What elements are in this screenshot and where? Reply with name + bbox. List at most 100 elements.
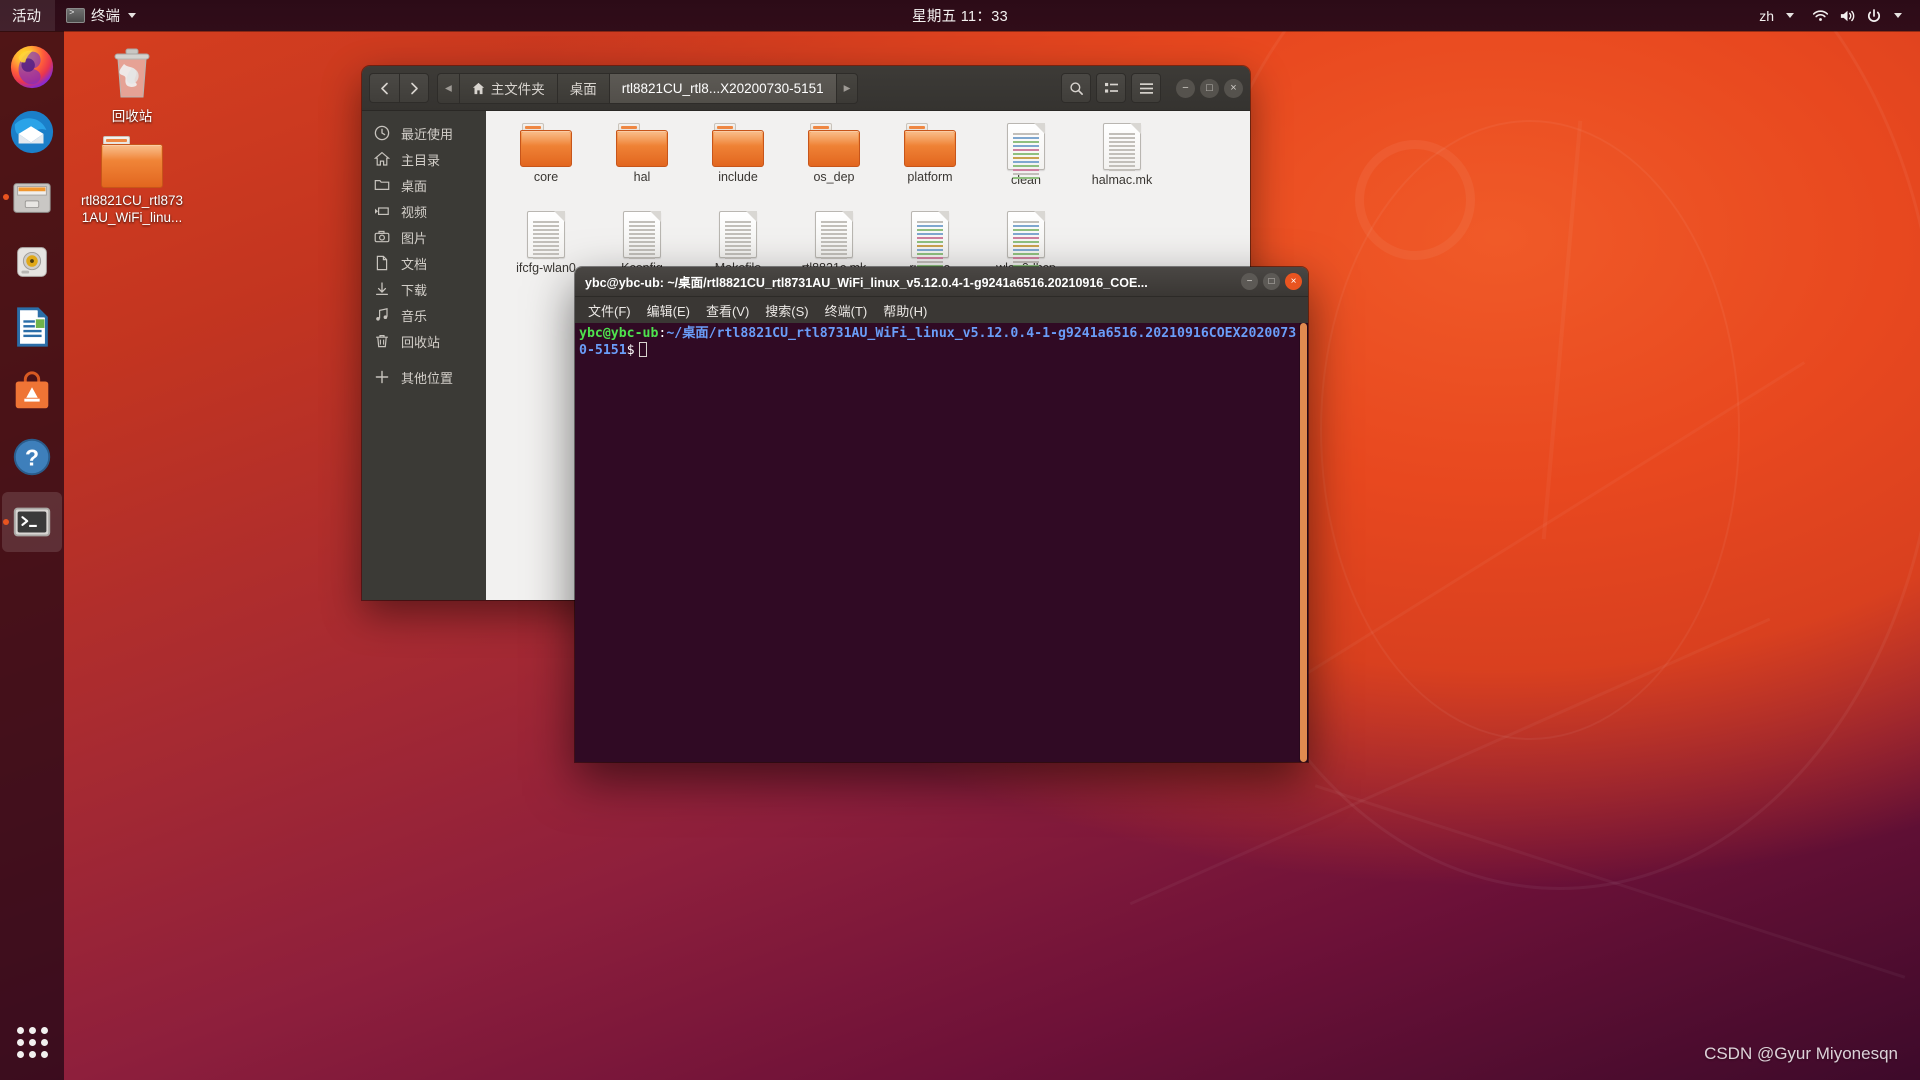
sidebar-item-desktop[interactable]: 桌面: [362, 172, 486, 198]
dock-item-files[interactable]: [2, 167, 62, 227]
system-indicators[interactable]: zh: [1751, 0, 1802, 31]
menu-item-file[interactable]: 文件(F): [581, 299, 638, 322]
file-item[interactable]: clean: [978, 123, 1074, 207]
file-item[interactable]: os_dep: [786, 123, 882, 207]
rhythmbox-icon: [17, 247, 47, 277]
file-item[interactable]: platform: [882, 123, 978, 207]
file-manager-sidebar: 最近使用 主目录 桌面 视频 图片 文档 下载 音乐 回收站 其他位置: [362, 111, 486, 600]
show-applications-button[interactable]: [2, 1012, 62, 1072]
text-file-icon: [1103, 123, 1141, 171]
file-name: platform: [907, 170, 953, 184]
app-menu-label: 终端: [91, 9, 120, 25]
terminal-titlebar[interactable]: ybc@ybc-ub: ~/桌面/rtl8821CU_rtl8731AU_WiF…: [575, 267, 1308, 297]
desktop-icon-label-folder: rtl8821CU_rtl8731AU_WiFi_linu...: [80, 193, 184, 225]
sidebar-item-trash[interactable]: 回收站: [362, 328, 486, 354]
terminal-screen[interactable]: ybc@ybc-ub:~/桌面/rtl8821CU_rtl8731AU_WiFi…: [575, 323, 1308, 762]
terminal-app-icon: [13, 507, 51, 537]
back-button[interactable]: [369, 73, 399, 103]
breadcrumb-scroll-left[interactable]: ◂: [437, 72, 459, 104]
top-bar-left: 活动 终端: [0, 0, 147, 31]
folder-icon: [101, 136, 163, 188]
breadcrumb-scroll-right[interactable]: ▸: [835, 72, 859, 104]
terminal-scrollbar-thumb[interactable]: [1300, 323, 1307, 762]
desktop-icon-folder[interactable]: rtl8821CU_rtl8731AU_WiFi_linu...: [78, 136, 186, 227]
home-icon: [374, 151, 390, 166]
terminal-maximize-button[interactable]: □: [1263, 273, 1280, 290]
text-file-icon: [527, 211, 565, 259]
breadcrumb-item-current[interactable]: rtl8821CU_rtl8...X20200730-5151: [608, 72, 836, 104]
hamburger-menu-button[interactable]: [1131, 73, 1161, 103]
close-button[interactable]: ×: [1224, 78, 1243, 98]
menu-item-view[interactable]: 查看(V): [699, 299, 756, 322]
running-indicator-files: [3, 194, 9, 200]
sidebar-item-recent[interactable]: 最近使用: [362, 120, 486, 146]
sidebar-label-documents: 文档: [401, 256, 428, 272]
text-file-icon: [719, 211, 757, 259]
folder-icon: [808, 123, 860, 167]
wallpaper-arc-small: [1320, 120, 1740, 740]
dock-item-firefox[interactable]: [2, 37, 62, 97]
terminal-window-controls: − □ ×: [1241, 273, 1302, 290]
navigation-buttons: [369, 73, 429, 103]
dock-item-terminal[interactable]: [2, 492, 62, 552]
menu-item-search[interactable]: 搜索(S): [758, 299, 815, 322]
document-icon: [376, 255, 388, 271]
file-manager-headerbar: ◂ 主文件夹 桌面 rtl8821CU_rtl8...X20200730-515…: [362, 66, 1250, 111]
video-icon: [375, 207, 389, 216]
forward-button[interactable]: [399, 73, 429, 103]
menu-item-terminal[interactable]: 终端(T): [818, 299, 875, 322]
activities-button[interactable]: 活动: [0, 0, 55, 31]
sidebar-separator: [362, 354, 486, 364]
sidebar-label-trash: 回收站: [401, 334, 441, 350]
sidebar-item-other-locations[interactable]: 其他位置: [362, 364, 486, 390]
sidebar-item-videos[interactable]: 视频: [362, 198, 486, 224]
terminal-scrollbar[interactable]: [1299, 323, 1308, 762]
help-icon: ?: [13, 438, 51, 476]
sidebar-label-other-locations: 其他位置: [401, 370, 454, 386]
menu-item-edit[interactable]: 编辑(E): [640, 299, 697, 322]
app-grid-icon: [16, 1026, 48, 1058]
menu-item-help[interactable]: 帮助(H): [876, 299, 934, 322]
file-item[interactable]: halmac.mk: [1074, 123, 1170, 207]
dock-item-libreoffice-writer[interactable]: [2, 297, 62, 357]
dock-item-rhythmbox[interactable]: [2, 232, 62, 292]
file-name: ifcfg-wlan0: [516, 261, 576, 275]
desktop-icon-trash[interactable]: 回收站: [78, 42, 186, 126]
file-name: os_dep: [813, 170, 855, 184]
sidebar-item-home[interactable]: 主目录: [362, 146, 486, 172]
app-menu-button[interactable]: 终端: [55, 0, 147, 31]
terminal-close-button[interactable]: ×: [1285, 273, 1302, 290]
minimize-button[interactable]: −: [1176, 78, 1195, 98]
dock-item-ubuntu-software[interactable]: [2, 362, 62, 422]
file-name: core: [533, 170, 559, 184]
sidebar-item-documents[interactable]: 文档: [362, 250, 486, 276]
file-item[interactable]: hal: [594, 123, 690, 207]
dock-item-help[interactable]: ?: [2, 427, 62, 487]
file-item[interactable]: include: [690, 123, 786, 207]
sidebar-label-videos: 视频: [401, 204, 428, 220]
system-menu[interactable]: [1804, 0, 1910, 31]
list-view-icon: [1104, 82, 1118, 93]
file-item[interactable]: core: [498, 123, 594, 207]
view-toggle-button[interactable]: [1096, 73, 1126, 103]
chevron-down-icon-system: [1894, 13, 1902, 18]
terminal-minimize-button[interactable]: −: [1241, 273, 1258, 290]
text-file-icon: [623, 211, 661, 259]
trash-icon: [114, 48, 150, 98]
chevron-down-icon: [128, 13, 136, 18]
breadcrumb-item-home[interactable]: 主文件夹: [458, 72, 557, 104]
sidebar-item-downloads[interactable]: 下载: [362, 276, 486, 302]
search-button[interactable]: [1061, 73, 1091, 103]
maximize-button[interactable]: □: [1200, 78, 1219, 98]
sidebar-label-home: 主目录: [401, 152, 441, 168]
dock-item-thunderbird[interactable]: [2, 102, 62, 162]
sidebar-item-pictures[interactable]: 图片: [362, 224, 486, 250]
sidebar-item-music[interactable]: 音乐: [362, 302, 486, 328]
breadcrumb-item-desktop[interactable]: 桌面: [556, 72, 609, 104]
desktop-icon-label-trash: 回收站: [111, 109, 153, 124]
file-manager-toolbar: − □ ×: [1061, 73, 1243, 103]
prompt-path: ~/桌面/rtl8821CU_rtl8731AU_WiFi_linux_v5.1…: [579, 326, 1297, 358]
clock[interactable]: 星期五 11：33: [902, 1, 1018, 30]
terminal-cursor: [638, 341, 647, 357]
trash-icon: [376, 335, 388, 348]
